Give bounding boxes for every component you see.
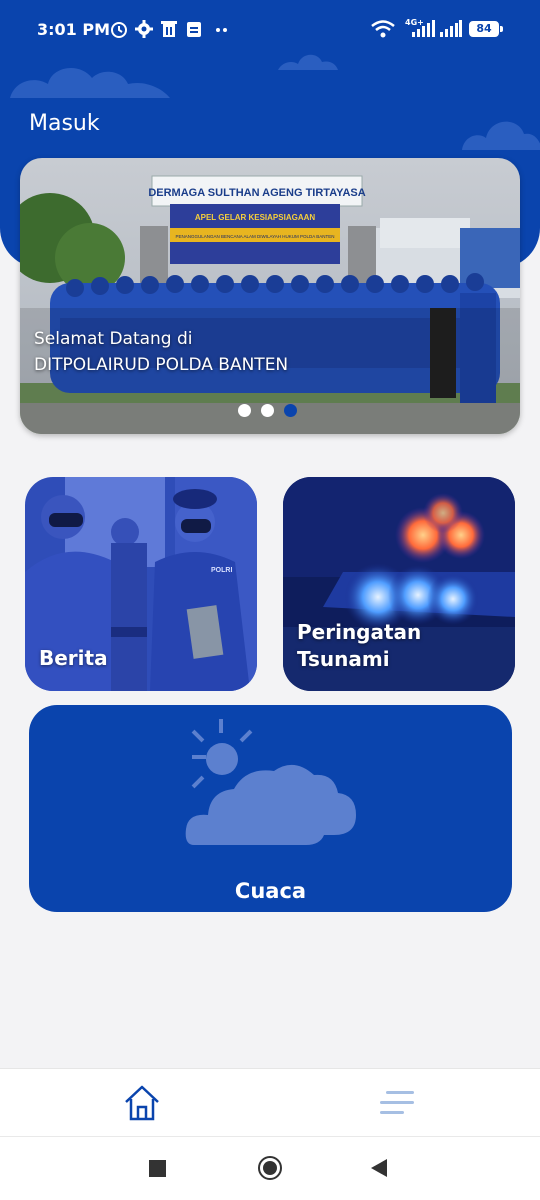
tsunami-label-line1: Peringatan [297,620,422,644]
carousel-indicator [238,404,297,417]
signal-icon [412,20,435,37]
alarm-icon [111,22,127,38]
menu-icon[interactable] [376,1081,420,1125]
dock-sign-text: DERMAGA SULTHAN AGENG TIRTAYASA [148,187,365,199]
wifi-icon [371,20,395,38]
banner-caption: Selamat Datang di DITPOLAIRUD POLDA BANT… [34,326,288,378]
carousel-dot[interactable] [238,404,251,417]
tsunami-label: Peringatan Tsunami [297,619,421,673]
status-time: 3:01 PM [37,20,111,39]
partly-cloudy-icon [185,719,356,845]
home-icon[interactable] [120,1081,164,1125]
cloud-decoration-icon [462,121,540,150]
status-bar: 3:01 PM 4G+ 84 [0,0,540,60]
tsunami-label-line2: Tsunami [297,647,390,671]
clipboard-icon [187,22,201,37]
more-dots-icon [216,28,227,32]
banner-caption-line1: Selamat Datang di [34,329,193,349]
signal-icon [440,20,462,37]
battery-tip [500,26,503,32]
polri-badge-text: POLRI [211,567,232,574]
battery-level: 84 [476,22,492,35]
banner-photo: DERMAGA SULTHAN AGENG TIRTAYASA APEL GEL… [20,158,520,434]
trash-icon [161,21,177,37]
peringatan-tsunami-tile[interactable]: Peringatan Tsunami [283,477,515,691]
battery-icon: 84 [469,21,499,37]
carousel-dot[interactable] [261,404,274,417]
system-navigation-bar [0,1136,540,1200]
banner-caption-line2: DITPOLAIRUD POLDA BANTEN [34,355,289,375]
bottom-navigation [0,1068,540,1136]
page-title[interactable]: Masuk [29,111,100,136]
carousel-dot-active[interactable] [284,404,297,417]
welcome-banner-carousel[interactable]: DERMAGA SULTHAN AGENG TIRTAYASA APEL GEL… [20,158,520,434]
cloud-decoration-icon [10,67,170,98]
cuaca-tile[interactable]: Cuaca [29,705,512,912]
back-icon[interactable] [370,1158,388,1178]
settings-icon [135,20,153,38]
recent-apps-icon[interactable] [149,1160,166,1177]
home-circle-icon[interactable] [257,1155,283,1181]
berita-label: Berita [39,646,108,670]
apel-banner-subtext: PENANGGULANGAN BENCANA ALAM DIWILAYAH HU… [175,234,334,239]
cuaca-label: Cuaca [234,879,307,903]
apel-banner-text: APEL GELAR KESIAPSIAGAAN [195,213,316,222]
berita-tile[interactable]: POLRI Berita [25,477,257,691]
